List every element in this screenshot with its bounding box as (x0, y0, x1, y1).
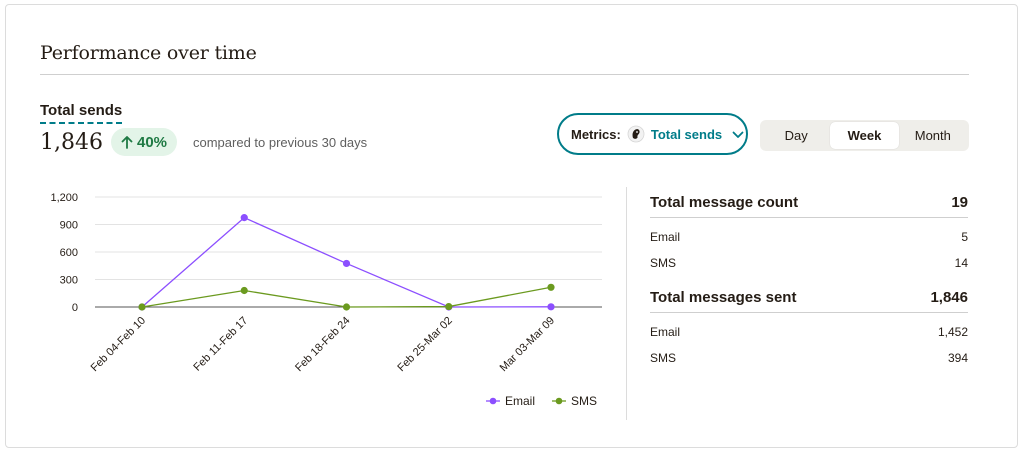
period-option-day[interactable]: Day (762, 122, 830, 149)
stat-row-value: 394 (947, 351, 968, 365)
metrics-select-value: Total sends (650, 126, 723, 142)
stat-row-value: 14 (954, 256, 968, 270)
stat-row: SMS 394 (650, 345, 968, 371)
period-option-week[interactable]: Week (830, 122, 899, 149)
legend-marker-email (489, 397, 497, 405)
stat-row-label: Email (650, 325, 681, 339)
stat-row-label: SMS (650, 256, 677, 270)
y-tick-label: 1,200 (50, 192, 78, 204)
mailchimp-freddie-icon (627, 125, 645, 143)
data-point-sms (547, 283, 555, 291)
data-point-sms (240, 286, 248, 295)
total-message-count-label: Total message count (650, 193, 799, 211)
line-chart: 1,200 900 600 300 0 Feb 04-Feb 10 Feb 11-Feb 1… (50, 192, 602, 408)
legend-label-email: Email (505, 394, 535, 408)
vertical-divider (626, 187, 627, 420)
stat-row: Email 5 (650, 224, 968, 250)
data-point-email (547, 303, 555, 311)
x-tick-label: Feb 11-Feb 17 (191, 315, 250, 374)
x-tick-label: Feb 25-Mar 02 (395, 315, 455, 375)
total-message-count-header: Total message count 19 (650, 187, 968, 218)
y-tick-label: 900 (60, 220, 78, 232)
x-tick-label: Feb 04-Feb 10 (89, 315, 149, 375)
stat-row: SMS 14 (650, 250, 968, 276)
legend-marker-sms (555, 397, 563, 405)
stats-panel: Total message count 19 Email 5 SMS 14 To… (650, 187, 968, 371)
period-option-month[interactable]: Month (899, 122, 967, 149)
stat-row-label: Email (650, 230, 681, 244)
total-message-count-value: 19 (951, 193, 968, 211)
stat-row-value: 1,452 (937, 325, 968, 339)
total-messages-sent-header: Total messages sent 1,846 (650, 282, 968, 313)
x-tick-label: Feb 18-Feb 24 (293, 315, 353, 375)
data-point-sms (445, 302, 453, 311)
x-tick-label: Mar 03-Mar 09 (498, 315, 557, 374)
data-point-email (342, 259, 351, 268)
data-point-sms (342, 303, 351, 311)
period-toggle: Day Week Month (760, 120, 969, 151)
total-messages-sent-value: 1,846 (930, 288, 968, 306)
y-tick-label: 0 (72, 302, 78, 314)
stat-row: Email 1,452 (650, 319, 968, 345)
total-messages-sent-label: Total messages sent (650, 288, 797, 306)
chevron-down-icon (732, 127, 744, 142)
data-point-email (240, 214, 248, 222)
y-tick-label: 600 (60, 247, 78, 259)
data-point-sms (138, 303, 146, 311)
stat-row-label: SMS (650, 351, 677, 365)
y-tick-label: 300 (60, 275, 78, 287)
stat-row-value: 5 (961, 230, 968, 244)
legend-label-sms: SMS (571, 394, 597, 408)
